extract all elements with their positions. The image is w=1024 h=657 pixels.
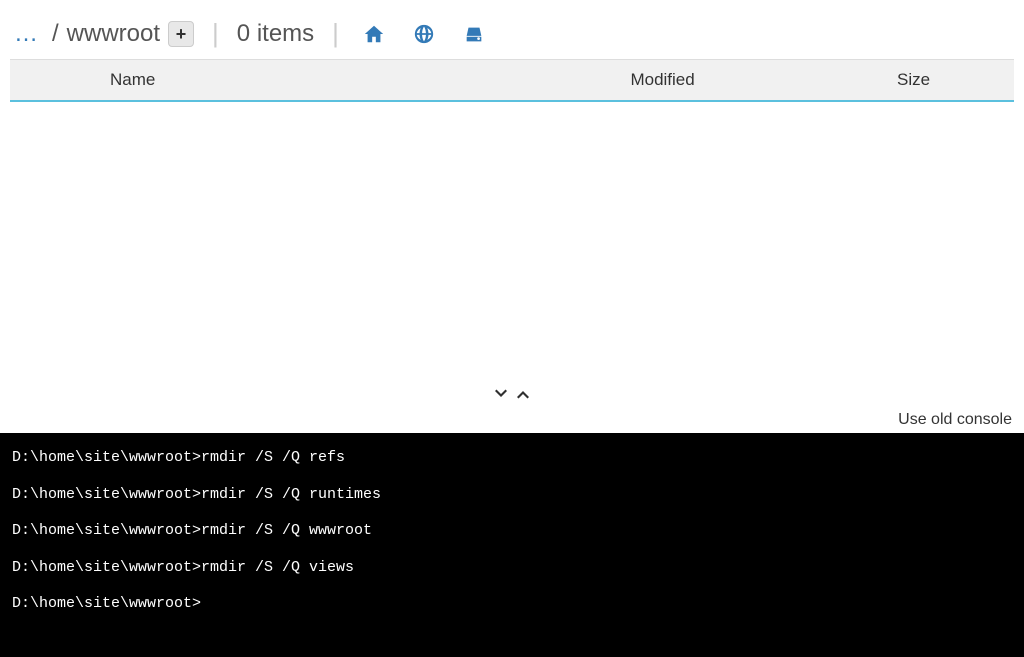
breadcrumb-bar: … / wwwroot + | 0 items | [0,0,1024,59]
console[interactable]: D:\home\site\wwwroot>rmdir /S /Q refs D:… [0,433,1024,657]
column-header-modified[interactable]: Modified [512,70,813,90]
add-button[interactable]: + [168,21,194,47]
home-icon[interactable] [363,23,385,45]
column-header-name[interactable]: Name [10,70,512,90]
console-line: D:\home\site\wwwroot>rmdir /S /Q views [12,557,1012,580]
console-prompt[interactable]: D:\home\site\wwwroot> [12,593,1012,616]
breadcrumb-ellipsis[interactable]: … [14,20,38,48]
globe-icon[interactable] [413,23,435,45]
disk-icon[interactable] [463,23,485,45]
breadcrumb-slash: / [52,20,59,48]
column-header-size[interactable]: Size [813,70,1014,90]
breadcrumb-current: wwwroot [67,20,160,48]
use-old-console-link[interactable]: Use old console [898,411,1012,428]
item-count: 0 items [237,20,314,48]
table-header: Name Modified Size [10,59,1014,102]
toolbar-icons [363,23,485,45]
console-line: D:\home\site\wwwroot>rmdir /S /Q runtime… [12,484,1012,507]
console-line: D:\home\site\wwwroot>rmdir /S /Q wwwroot [12,520,1012,543]
console-link-row: Use old console [0,409,1024,433]
separator: | [332,18,339,49]
chevron-down-icon [492,385,510,403]
console-line: D:\home\site\wwwroot>rmdir /S /Q refs [12,447,1012,470]
file-table: Name Modified Size [10,59,1014,102]
chevron-up-icon [514,385,532,403]
separator: | [212,18,219,49]
file-list-body [0,102,1024,379]
resize-handle[interactable] [0,379,1024,409]
